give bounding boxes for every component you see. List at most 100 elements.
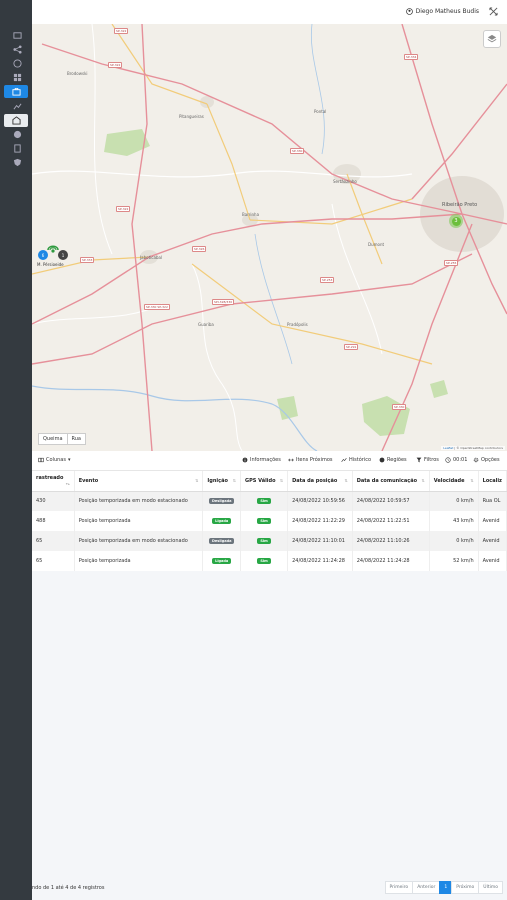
page-previous[interactable]: Anterior [412,881,441,894]
timer-label: 00:01 [453,457,468,463]
table-row[interactable]: 430 Posição temporizada em modo estacion… [32,491,507,511]
sidebar-item-globe[interactable] [7,57,27,70]
options-button[interactable]: Opções [473,457,500,463]
cell-position-date: 24/08/2022 11:10:01 [287,531,353,551]
user-menu[interactable]: Diego Matheus Budis [405,8,479,15]
positions-table: rastreado ▾▴ Evento ⇅ Ignição ⇅ GPS Válido ⇅… [32,471,507,571]
user-circle-icon [405,8,413,15]
map-cluster-small[interactable]: 6 [38,250,48,260]
table-row[interactable]: 65 Posição temporizada em modo estaciona… [32,531,507,551]
refresh-timer-button[interactable]: 00:01 [445,457,467,463]
cell-speed: 43 km/h [429,511,479,531]
nearby-button[interactable]: Itens Próximos [288,457,333,463]
pagination: Primeiro Anterior 1 Próximo Último [384,881,503,894]
sort-icon: ⇅ [421,477,425,483]
globe-icon [12,59,22,68]
map-tab-queima[interactable]: Queima [38,433,68,445]
cell-event: Posição temporizada em modo estacionado [74,491,204,511]
sidebar-item-grid[interactable] [7,71,27,84]
ignition-badge: Desligada [208,498,235,505]
road-shield: SP-322 [108,62,123,68]
sidebar-item-folders[interactable] [7,29,27,42]
cell-event: Posição temporizada [74,511,204,531]
attribution-link[interactable]: Leaflet [443,446,453,450]
cell-communication-date: 24/08/2022 11:24:28 [352,551,430,571]
cell-tracked: 488 [32,511,75,531]
sidebar-item-route[interactable] [7,100,27,113]
map-place: Dumont [368,242,385,247]
cell-location: Avenid [478,551,507,571]
gear-icon [473,457,479,463]
road-shield: SP-326 [192,246,207,252]
gps-valid-badge: Sim [257,518,271,524]
map-tabs: Queima Rua [38,433,86,445]
column-header[interactable]: Localiz [478,471,507,492]
map-place: Brodowski [67,71,88,76]
cell-position-date: 24/08/2022 10:59:56 [287,491,353,511]
page-last[interactable]: Último [478,881,503,894]
table-area: rastreado ▾▴ Evento ⇅ Ignição ⇅ GPS Válido ⇅… [32,471,507,900]
cell-tracked: 65 [32,551,75,571]
cell-speed: 0 km/h [429,531,479,551]
ignition-badge: Desligada [208,538,235,544]
page-next[interactable]: Próximo [451,881,480,894]
cell-event: Posição temporizada em modo estacionado [74,531,204,551]
cluster-count: 3 [451,216,461,226]
user-name: Diego Matheus Budis [415,8,479,15]
map-place: Jaboticabal [140,255,163,260]
map-tab-rua[interactable]: Rua [66,433,86,445]
table-row[interactable]: 488 Posição temporizada Ligada Sim 24/08… [32,511,507,531]
road-shield: SP-333 [80,257,95,263]
column-header[interactable]: rastreado ▾▴ [32,471,75,492]
column-header[interactable]: Data da comunicação ⇅ [352,471,430,492]
globe-alt-icon [13,130,21,139]
map-place: Guariba [198,322,214,327]
filters-button[interactable]: Filtros [416,457,439,463]
layers-button[interactable] [483,30,501,48]
cell-speed: 52 km/h [429,551,479,571]
map-place: Barrinha [242,212,260,217]
map-cluster[interactable]: 3 [449,214,463,228]
regions-button[interactable]: Regiões [379,457,407,463]
cluster-count: 6 [39,251,47,259]
cell-communication-date: 24/08/2022 10:59:57 [352,491,430,511]
info-button[interactable]: Informações [242,457,281,463]
history-button[interactable]: Histórico [341,457,371,463]
gps-valid-badge: Sim [257,498,271,505]
page-first[interactable]: Primeiro [384,881,414,894]
info-icon [242,457,248,463]
top-header: Diego Matheus Budis [32,0,507,24]
road-shield: SP-255 [444,260,459,266]
sidebar-item-document[interactable] [7,142,27,155]
columns-button[interactable]: Colunas ▾ [38,457,70,463]
cell-tracked: 430 [32,491,75,511]
sort-icon: ▾▴ [65,481,70,487]
road-shield: SP-330 [392,404,407,410]
sidebar-item-share[interactable] [7,43,27,56]
road-shield: SP-291 [344,344,359,350]
column-header[interactable]: GPS Válido ⇅ [240,471,289,492]
table-row[interactable]: 65 Posição temporizada Ligada Sim 24/08/… [32,551,507,571]
cell-communication-date: 24/08/2022 11:10:26 [352,531,430,551]
history-clock-icon [445,457,451,463]
column-header[interactable]: Evento ⇅ [74,471,204,492]
road-shield: SP-334 [404,54,419,60]
sidebar-item-tracking[interactable] [4,85,28,98]
share-icon [12,45,22,54]
cell-communication-date: 24/08/2022 11:22:51 [352,511,430,531]
sidebar-item-shield[interactable] [7,156,27,169]
arrows-icon [288,458,294,462]
sidebar-item-building[interactable] [4,114,28,127]
column-header[interactable]: Data da posição ⇅ [287,471,353,492]
cell-position-date: 24/08/2022 11:24:28 [287,551,353,571]
sidebar-item-globe-alt[interactable] [7,128,27,141]
road-shield: SP-253 [320,277,335,283]
fullscreen-icon[interactable] [489,7,498,16]
map-cluster-small[interactable]: 1 [58,250,68,260]
map-view[interactable]: Brodowski Pitangueiras Pontal Sertãozinh… [32,24,507,451]
column-header[interactable]: Velocidade ⇅ [429,471,479,492]
shield-icon [13,158,21,167]
column-header[interactable]: Ignição ⇅ [202,471,242,492]
road-shield: SP-330 SP-322 [144,304,170,310]
map-place: Pontal [314,109,327,114]
